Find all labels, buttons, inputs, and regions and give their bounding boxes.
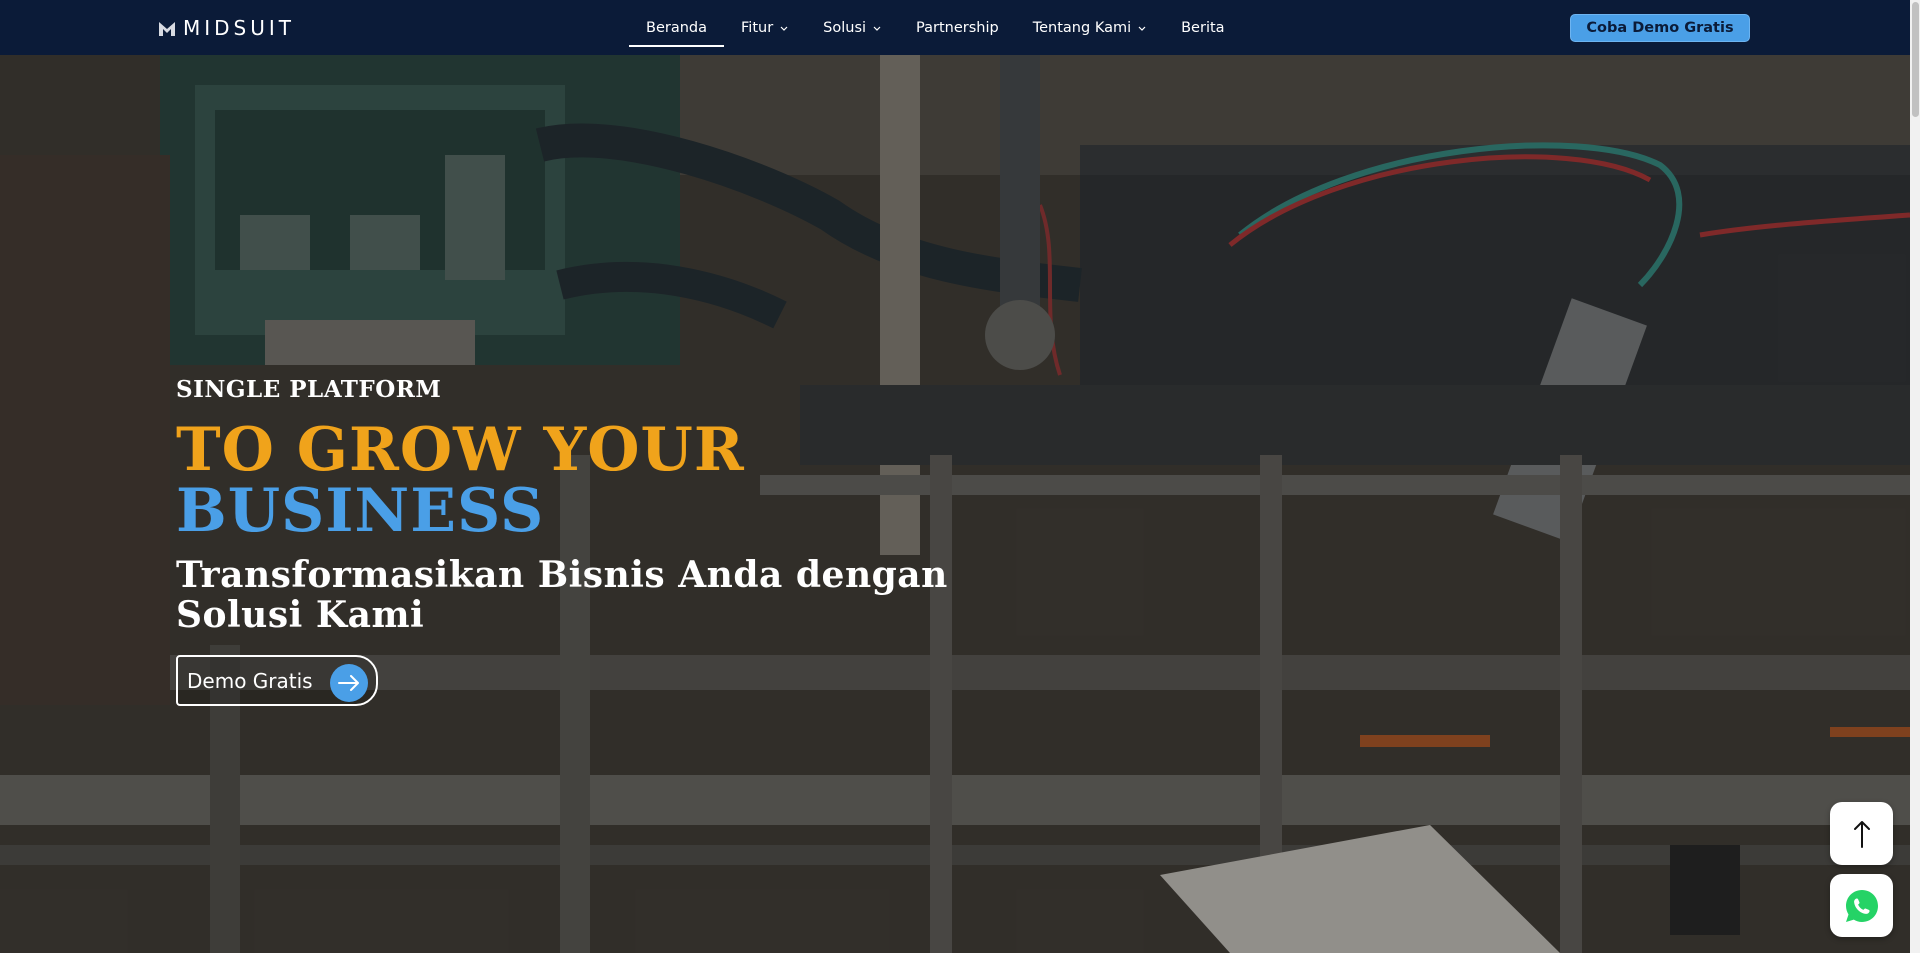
- page-scrollbar[interactable]: [1910, 0, 1920, 953]
- hero-title-line-1: TO GROW YOUR: [176, 415, 745, 485]
- arrow-right-icon: [330, 664, 368, 702]
- coba-demo-gratis-button[interactable]: Coba Demo Gratis: [1570, 14, 1750, 42]
- nav-item-solusi[interactable]: Solusi: [806, 0, 899, 55]
- midsuit-logo-mark-icon: [159, 22, 175, 36]
- top-navbar: MIDSUIT Beranda Fitur Solusi Partnership…: [0, 0, 1910, 55]
- nav-label: Tentang Kami: [1032, 19, 1132, 36]
- chevron-down-icon: [779, 23, 789, 33]
- nav-label: Fitur: [741, 19, 774, 36]
- nav-label: Beranda: [646, 19, 707, 36]
- demo-gratis-label: Demo Gratis: [187, 668, 313, 693]
- nav-label: Berita: [1181, 19, 1225, 36]
- chevron-down-icon: [872, 23, 882, 33]
- demo-gratis-button[interactable]: Demo Gratis: [176, 655, 378, 706]
- page-scrollbar-thumb[interactable]: [1912, 2, 1919, 117]
- hero-title-line-2: BUSINESS: [176, 476, 545, 546]
- hero-eyebrow: SINGLE PLATFORM: [176, 376, 442, 403]
- nav-item-berita[interactable]: Berita: [1164, 0, 1241, 55]
- nav-label: Solusi: [823, 19, 867, 36]
- main-nav: Beranda Fitur Solusi Partnership Tentang…: [629, 0, 1242, 55]
- logo-text: MIDSUIT: [183, 16, 296, 40]
- hero-subtitle: Transformasikan Bisnis Anda dengan Solus…: [176, 554, 948, 636]
- arrow-up-icon: [1853, 820, 1870, 848]
- nav-item-partnership[interactable]: Partnership: [899, 0, 1016, 55]
- nav-item-beranda[interactable]: Beranda: [629, 0, 724, 55]
- chevron-down-icon: [1137, 23, 1147, 33]
- whatsapp-icon: [1845, 889, 1878, 922]
- midsuit-logo[interactable]: MIDSUIT: [159, 16, 296, 40]
- nav-item-tentang-kami[interactable]: Tentang Kami: [1016, 0, 1164, 55]
- nav-label: Partnership: [916, 19, 999, 36]
- scroll-to-top-button[interactable]: [1830, 802, 1893, 865]
- nav-item-fitur[interactable]: Fitur: [724, 0, 806, 55]
- whatsapp-button[interactable]: [1830, 874, 1893, 937]
